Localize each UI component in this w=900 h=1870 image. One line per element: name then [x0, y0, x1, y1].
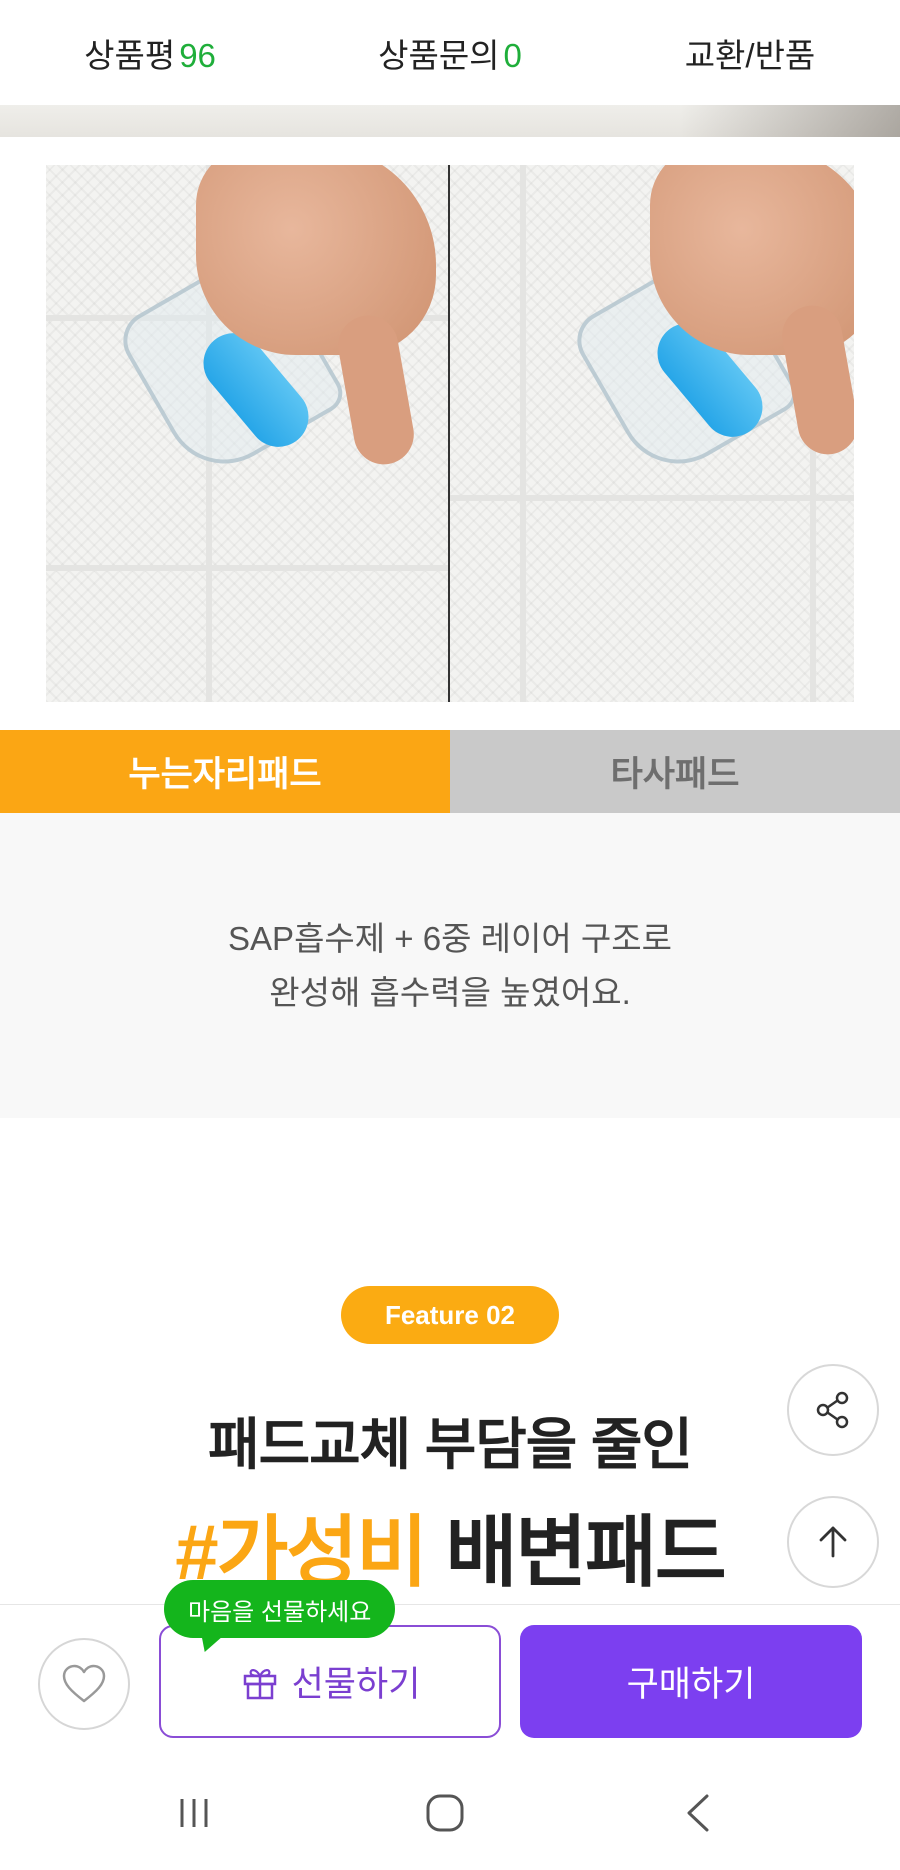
tab-exchange-return-label: 교환/반품 — [684, 36, 816, 74]
home-icon — [426, 1794, 464, 1832]
nav-back-button[interactable] — [638, 1756, 758, 1870]
tab-inquiries-label: 상품문의 — [378, 36, 500, 74]
arrow-up-icon — [819, 1526, 847, 1558]
feature-subheadline-rest: 배변패드 — [425, 1508, 727, 1596]
feature-headline: 패드교체 부담을 줄인 — [208, 1413, 693, 1476]
buy-button[interactable]: 구매하기 — [520, 1625, 862, 1738]
purchase-bar: 선물하기 구매하기 — [0, 1604, 900, 1756]
pad-seam — [46, 565, 448, 571]
image-strip-shadow — [680, 105, 900, 137]
description-line-2: 완성해 흡수력을 높였어요. — [269, 973, 631, 1011]
heart-icon — [62, 1664, 106, 1703]
label-other: 타사패드 — [450, 730, 900, 813]
buy-button-label: 구매하기 — [626, 1665, 756, 1704]
tab-reviews-count: 96 — [179, 36, 216, 74]
tab-inquiries-count: 0 — [503, 36, 522, 74]
description-line-1: SAP흡수제 + 6중 레이어 구조로 — [228, 919, 672, 957]
nav-recent-apps-button[interactable] — [134, 1756, 254, 1870]
share-button[interactable] — [787, 1364, 879, 1456]
pad-seam — [450, 495, 854, 501]
back-icon — [687, 1794, 709, 1832]
recent-apps-icon — [180, 1799, 208, 1827]
share-icon — [816, 1391, 849, 1429]
comparison-labels: 누는자리패드 타사패드 — [0, 730, 900, 813]
tab-exchange-return[interactable]: 교환/반품 — [600, 29, 900, 77]
product-tab-bar: 상품평 96 상품문의 0 교환/반품 — [0, 0, 900, 105]
tab-reviews[interactable]: 상품평 96 — [0, 29, 300, 77]
comparison-image-other — [450, 165, 854, 702]
feature-subheadline: #가성비 배변패드 — [0, 1490, 900, 1602]
gift-icon — [243, 1668, 276, 1699]
scroll-top-button[interactable] — [787, 1496, 879, 1588]
nav-home-button[interactable] — [385, 1756, 505, 1870]
hand — [196, 165, 436, 355]
pad-seam — [520, 165, 526, 702]
gift-button-label: 선물하기 — [291, 1665, 421, 1704]
gift-tooltip: 마음을 선물하세요 — [164, 1580, 396, 1638]
tab-inquiries[interactable]: 상품문의 0 — [300, 29, 600, 77]
feature-badge: Feature 02 — [341, 1286, 559, 1344]
feature-description: SAP흡수제 + 6중 레이어 구조로 완성해 흡수력을 높였어요. — [0, 813, 900, 1118]
comparison-image — [46, 165, 854, 702]
wishlist-button[interactable] — [38, 1638, 130, 1730]
comparison-image-ours — [46, 165, 450, 702]
tab-reviews-label: 상품평 — [84, 36, 176, 74]
label-ours: 누는자리패드 — [0, 730, 450, 813]
system-nav-bar — [0, 1756, 900, 1870]
